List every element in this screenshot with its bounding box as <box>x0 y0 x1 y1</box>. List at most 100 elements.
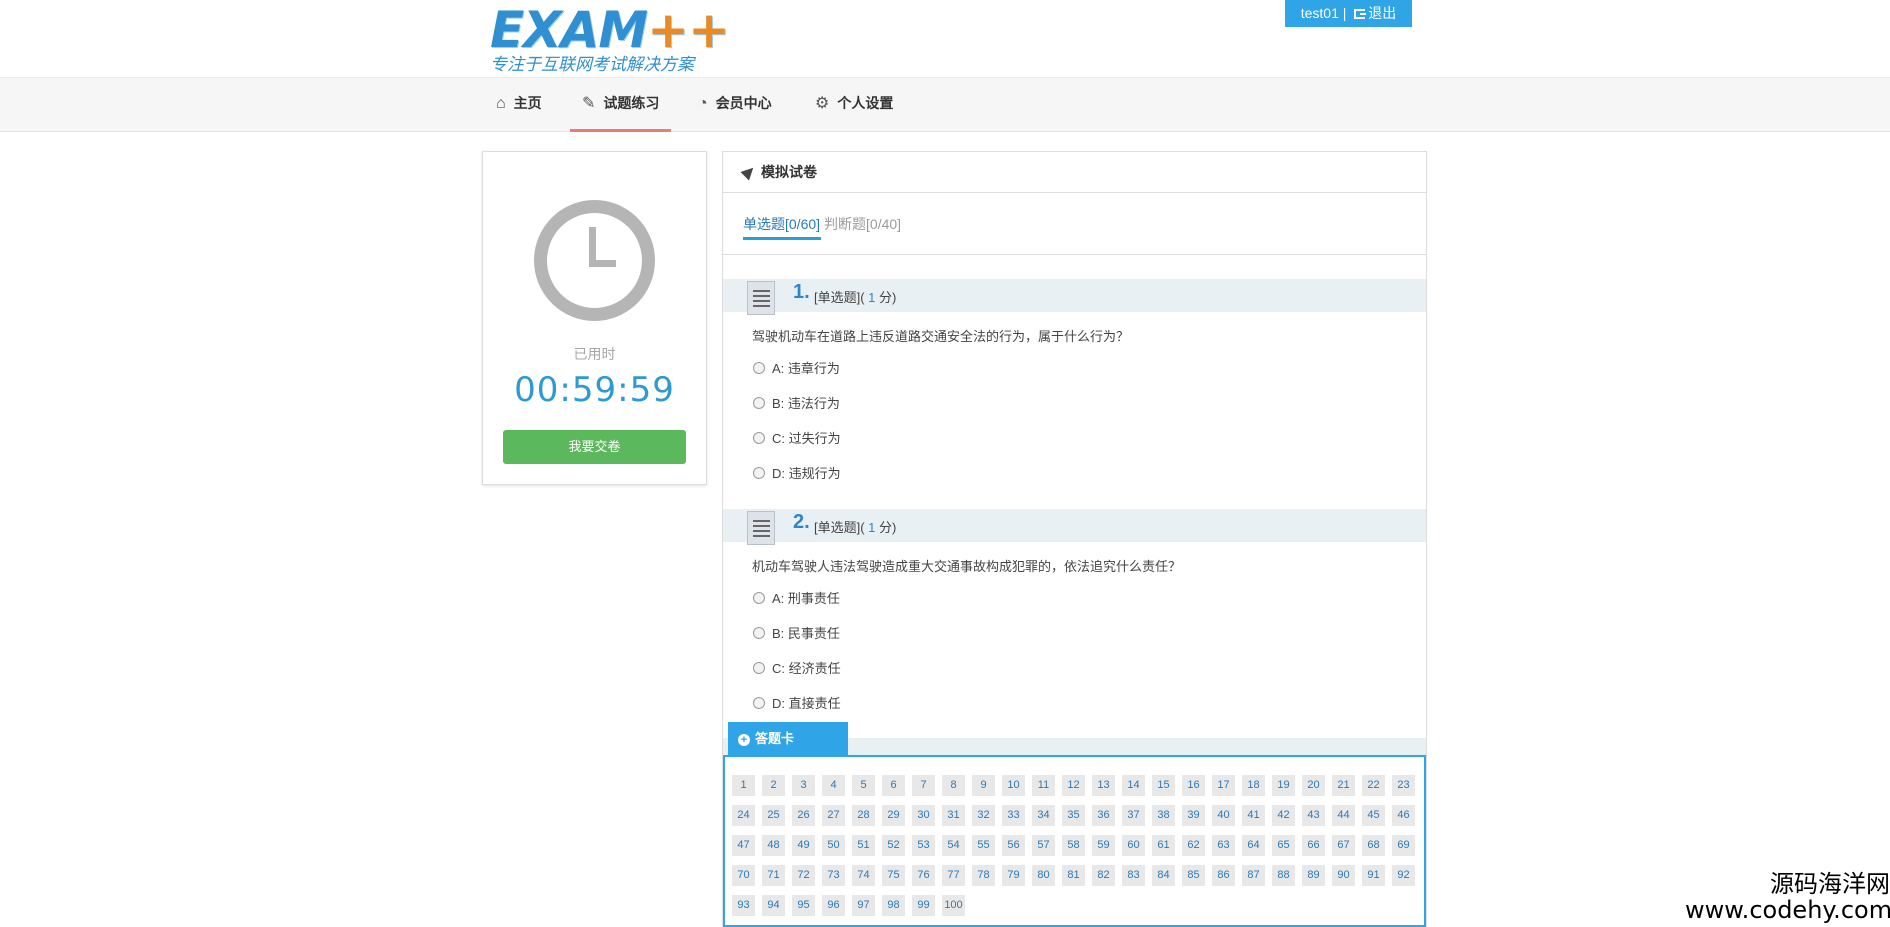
answer-card-number[interactable]: 77 <box>942 865 965 886</box>
answer-card-number[interactable]: 7 <box>912 775 935 796</box>
answer-card-number[interactable]: 8 <box>942 775 965 796</box>
answer-card-number[interactable]: 68 <box>1362 835 1385 856</box>
answer-card-number[interactable]: 94 <box>762 895 785 916</box>
answer-card-number[interactable]: 70 <box>732 865 755 886</box>
nav-item-settings[interactable]: ⚙ 个人设置 <box>803 78 905 132</box>
answer-card-number[interactable]: 13 <box>1092 775 1115 796</box>
answer-card-number[interactable]: 81 <box>1062 865 1085 886</box>
answer-card-number[interactable]: 80 <box>1032 865 1055 886</box>
logo[interactable]: EXAM++ 专注于互联网考试解决方案 <box>488 2 738 74</box>
option-c[interactable]: C: 过失行为 <box>753 428 841 447</box>
answer-card-number[interactable]: 6 <box>882 775 905 796</box>
answer-card-number[interactable]: 41 <box>1242 805 1265 826</box>
answer-card-number[interactable]: 90 <box>1332 865 1355 886</box>
answer-card-number[interactable]: 98 <box>882 895 905 916</box>
radio-button[interactable] <box>753 627 765 639</box>
username-link[interactable]: test01 <box>1301 5 1339 21</box>
answer-card-number[interactable]: 89 <box>1302 865 1325 886</box>
answer-card-number[interactable]: 4 <box>822 775 845 796</box>
answer-card-number[interactable]: 92 <box>1392 865 1415 886</box>
answer-card-number[interactable]: 51 <box>852 835 875 856</box>
answer-card-number[interactable]: 16 <box>1182 775 1205 796</box>
answer-card-number[interactable]: 39 <box>1182 805 1205 826</box>
answer-card-number[interactable]: 32 <box>972 805 995 826</box>
answer-card-number[interactable]: 53 <box>912 835 935 856</box>
answer-card-number[interactable]: 46 <box>1392 805 1415 826</box>
answer-card-number[interactable]: 59 <box>1092 835 1115 856</box>
answer-card-number[interactable]: 12 <box>1062 775 1085 796</box>
option-b[interactable]: B: 违法行为 <box>753 393 840 412</box>
tab-true-false[interactable]: 判断题[0/40] <box>824 214 902 237</box>
answer-card-number[interactable]: 71 <box>762 865 785 886</box>
option-a[interactable]: A: 刑事责任 <box>753 588 840 607</box>
answer-card-number[interactable]: 47 <box>732 835 755 856</box>
answer-card-number[interactable]: 43 <box>1302 805 1325 826</box>
answer-card-number[interactable]: 19 <box>1272 775 1295 796</box>
answer-card-number[interactable]: 38 <box>1152 805 1175 826</box>
answer-card-number[interactable]: 50 <box>822 835 845 856</box>
answer-card-number[interactable]: 58 <box>1062 835 1085 856</box>
logout-button[interactable]: 退出 <box>1350 5 1396 21</box>
answer-card-number[interactable]: 10 <box>1002 775 1025 796</box>
answer-card-number[interactable]: 15 <box>1152 775 1175 796</box>
answer-card-number[interactable]: 82 <box>1092 865 1115 886</box>
answer-card-number[interactable]: 22 <box>1362 775 1385 796</box>
submit-exam-button[interactable]: 我要交卷 <box>503 430 686 464</box>
answer-card-number[interactable]: 79 <box>1002 865 1025 886</box>
answer-card-number[interactable]: 91 <box>1362 865 1385 886</box>
radio-button[interactable] <box>753 662 765 674</box>
answer-card-number[interactable]: 44 <box>1332 805 1355 826</box>
answer-card-number[interactable]: 3 <box>792 775 815 796</box>
answer-card-number[interactable]: 73 <box>822 865 845 886</box>
answer-card-number[interactable]: 45 <box>1362 805 1385 826</box>
nav-item-home[interactable]: ⌂ 主页 <box>484 78 554 132</box>
answer-card-number[interactable]: 18 <box>1242 775 1265 796</box>
answer-card-number[interactable]: 61 <box>1152 835 1175 856</box>
answer-card-number[interactable]: 49 <box>792 835 815 856</box>
answer-card-number[interactable]: 72 <box>792 865 815 886</box>
answer-card-number[interactable]: 52 <box>882 835 905 856</box>
answer-card-number[interactable]: 88 <box>1272 865 1295 886</box>
answer-card-number[interactable]: 21 <box>1332 775 1355 796</box>
answer-card-number[interactable]: 5 <box>852 775 875 796</box>
answer-card-number[interactable]: 56 <box>1002 835 1025 856</box>
answer-card-number[interactable]: 48 <box>762 835 785 856</box>
radio-button[interactable] <box>753 362 765 374</box>
answer-card-number[interactable]: 30 <box>912 805 935 826</box>
answer-card-number[interactable]: 57 <box>1032 835 1055 856</box>
answer-card-number[interactable]: 9 <box>972 775 995 796</box>
answer-card-number[interactable]: 23 <box>1392 775 1415 796</box>
answer-card-number[interactable]: 75 <box>882 865 905 886</box>
radio-button[interactable] <box>753 467 765 479</box>
answer-card-number[interactable]: 27 <box>822 805 845 826</box>
answer-card-number[interactable]: 17 <box>1212 775 1235 796</box>
answer-card-number[interactable]: 26 <box>792 805 815 826</box>
answer-card-number[interactable]: 37 <box>1122 805 1145 826</box>
answer-card-number[interactable]: 55 <box>972 835 995 856</box>
answer-card-number[interactable]: 100 <box>942 895 965 916</box>
answer-card-number[interactable]: 34 <box>1032 805 1055 826</box>
answer-card-number[interactable]: 14 <box>1122 775 1145 796</box>
tab-single-choice[interactable]: 单选题[0/60] <box>743 214 822 240</box>
answer-card-toggle[interactable]: + 答题卡 <box>728 722 848 755</box>
answer-card-number[interactable]: 31 <box>942 805 965 826</box>
nav-item-member[interactable]: ◔ 会员中心 <box>686 78 784 132</box>
answer-card-number[interactable]: 97 <box>852 895 875 916</box>
answer-card-number[interactable]: 11 <box>1032 775 1055 796</box>
radio-button[interactable] <box>753 592 765 604</box>
answer-card-number[interactable]: 42 <box>1272 805 1295 826</box>
answer-card-number[interactable]: 25 <box>762 805 785 826</box>
answer-card-number[interactable]: 67 <box>1332 835 1355 856</box>
answer-card-number[interactable]: 28 <box>852 805 875 826</box>
answer-card-number[interactable]: 87 <box>1242 865 1265 886</box>
radio-button[interactable] <box>753 697 765 709</box>
answer-card-number[interactable]: 83 <box>1122 865 1145 886</box>
answer-card-number[interactable]: 54 <box>942 835 965 856</box>
nav-item-practice[interactable]: ✎ 试题练习 <box>570 78 672 132</box>
answer-card-number[interactable]: 66 <box>1302 835 1325 856</box>
answer-card-number[interactable]: 64 <box>1242 835 1265 856</box>
option-c[interactable]: C: 经济责任 <box>753 658 841 677</box>
answer-card-number[interactable]: 29 <box>882 805 905 826</box>
answer-card-number[interactable]: 86 <box>1212 865 1235 886</box>
answer-card-number[interactable]: 96 <box>822 895 845 916</box>
